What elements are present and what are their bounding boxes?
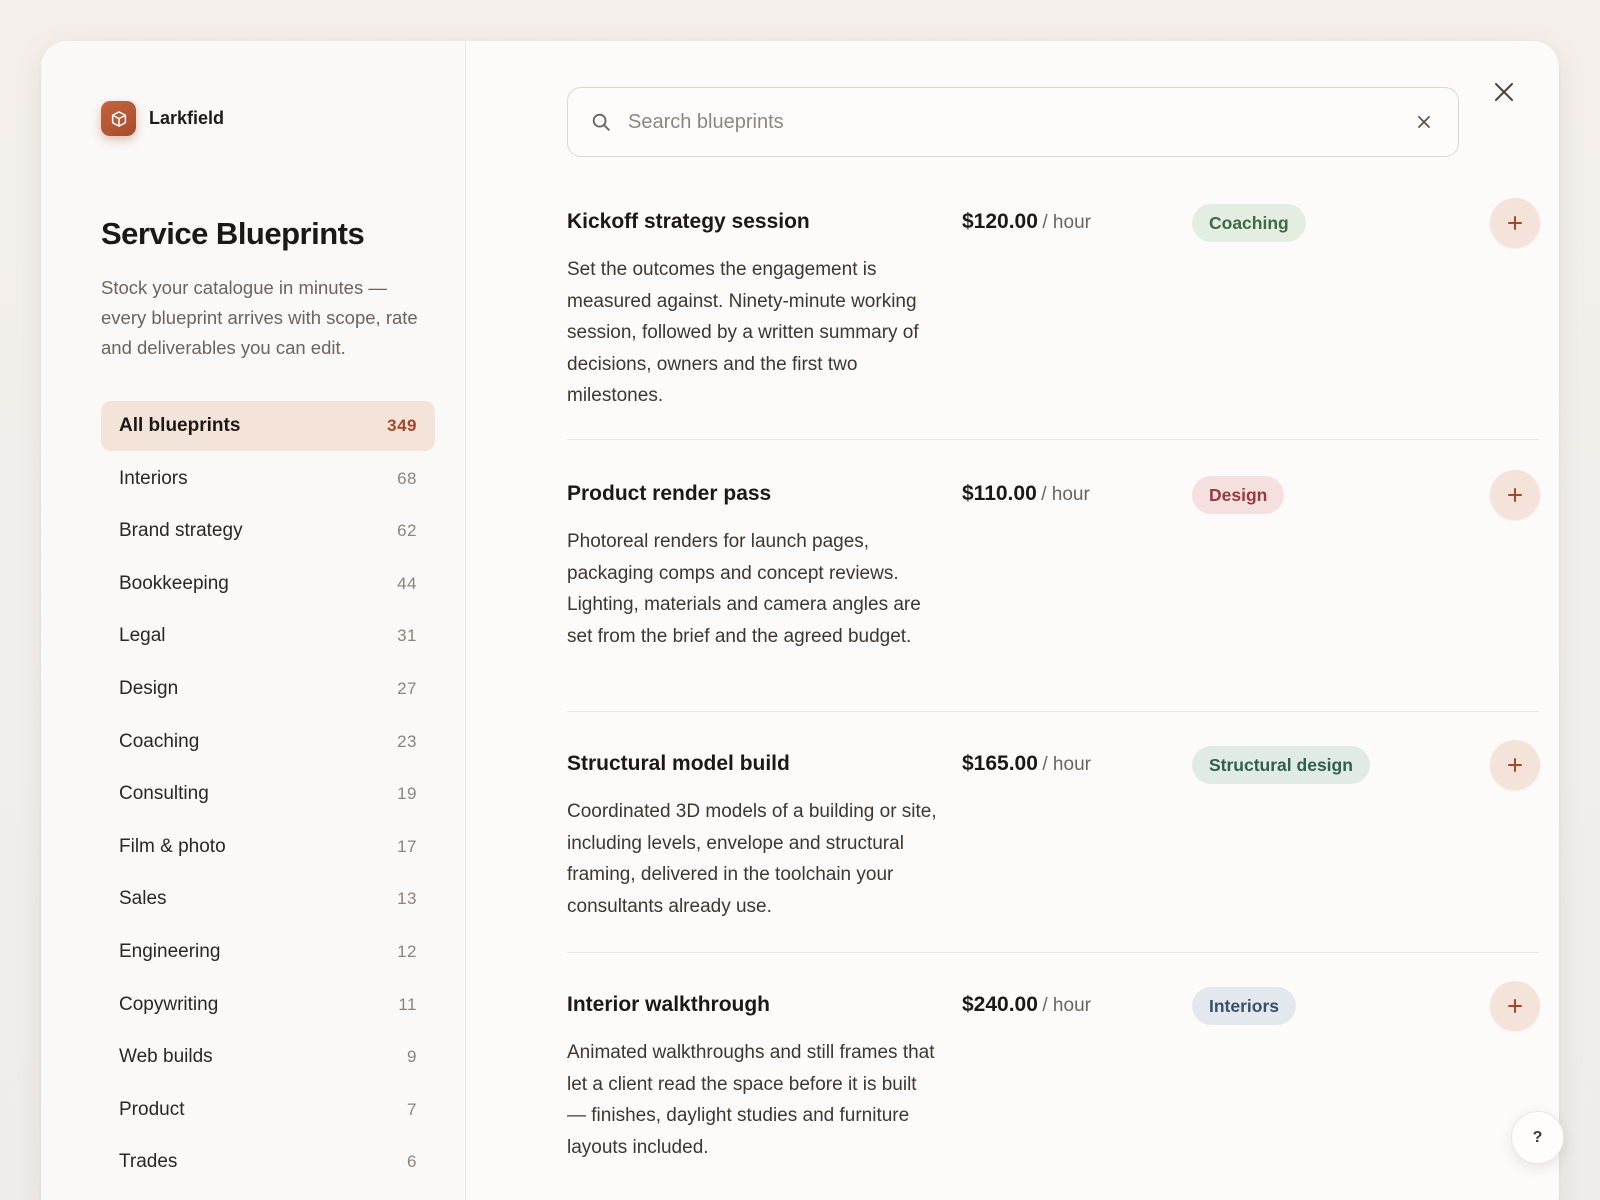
blueprints-modal: Larkfield Service Blueprints Stock your … [41, 41, 1559, 1200]
price-unit: / hour [1041, 484, 1090, 505]
category-label: Product [119, 1098, 185, 1120]
category-count: 17 [397, 836, 417, 856]
close-icon[interactable] [1489, 77, 1519, 107]
plus-icon [1508, 999, 1522, 1013]
category-count: 62 [397, 521, 417, 541]
category-label: Legal [119, 625, 166, 647]
category-list: All blueprints 349 Interiors 68 Brand strate… [101, 401, 435, 1190]
add-blueprint-button[interactable] [1490, 198, 1540, 248]
price-amount: $240.00 [962, 993, 1038, 1016]
plus-icon [1508, 216, 1522, 230]
price-amount: $110.00 [962, 482, 1037, 505]
category-label: Design [119, 677, 179, 699]
category-item[interactable]: Sales 13 [101, 874, 435, 924]
category-item[interactable]: Engineering 12 [101, 927, 435, 977]
blueprint-title: Product render pass [567, 482, 772, 505]
row-divider [567, 952, 1539, 953]
category-count: 68 [397, 468, 417, 488]
category-label: All blueprints [119, 415, 241, 436]
blueprint-description: Coordinated 3D models of a building or s… [567, 801, 937, 917]
blueprint-description: Animated walkthroughs and still frames t… [567, 1042, 935, 1158]
category-label: Bookkeeping [119, 572, 229, 594]
category-tag: Structural design [1192, 746, 1370, 784]
search-icon [590, 111, 612, 138]
category-count: 6 [407, 1152, 417, 1172]
price-unit: / hour [1042, 754, 1091, 775]
category-count: 27 [397, 678, 417, 698]
category-label: Film & photo [119, 835, 226, 857]
clear-icon[interactable] [1412, 110, 1436, 134]
category-count: 19 [397, 784, 417, 804]
page-title: Service Blueprints [101, 216, 365, 251]
blueprint-price: $120.00 / hour [962, 210, 1091, 234]
main-panel: Kickoff strategy session Set the outcomes… [467, 41, 1559, 1200]
category-label: Web builds [119, 1046, 213, 1068]
add-blueprint-button[interactable] [1490, 470, 1540, 520]
category-item[interactable]: Trades 6 [101, 1137, 435, 1187]
blueprint-description: Photoreal renders for launch pages, pack… [567, 531, 921, 647]
page-description: Stock your catalogue in minutes — every … [101, 277, 418, 358]
blueprint-title: Interior walkthrough [567, 993, 771, 1016]
category-count: 9 [407, 1047, 417, 1067]
category-item[interactable]: Copywriting 11 [101, 980, 435, 1030]
category-count: 13 [397, 889, 417, 909]
row-divider [567, 711, 1539, 712]
blueprint-price: $240.00 / hour [962, 993, 1091, 1017]
category-item[interactable]: Product 7 [101, 1085, 435, 1135]
category-item[interactable]: Consulting 19 [101, 769, 435, 819]
category-count: 7 [407, 1099, 417, 1119]
category-label: Brand strategy [119, 520, 243, 542]
category-label: Interiors [119, 467, 188, 489]
category-item[interactable]: Legal 31 [101, 611, 435, 661]
plus-icon [1508, 488, 1522, 502]
blueprint-title: Structural model build [567, 752, 790, 775]
category-tag: Interiors [1192, 987, 1297, 1025]
sidebar: Larkfield Service Blueprints Stock your … [41, 41, 466, 1200]
category-tag: Coaching [1192, 204, 1306, 242]
price-unit: / hour [1042, 212, 1091, 233]
price-amount: $165.00 [962, 752, 1038, 775]
price-unit: / hour [1042, 995, 1091, 1016]
category-label: Engineering [119, 940, 221, 962]
category-item[interactable]: Coaching 23 [101, 717, 435, 767]
help-button[interactable]: ? [1511, 1111, 1564, 1164]
category-count: 11 [398, 994, 417, 1014]
category-count: 31 [397, 626, 417, 646]
category-count: 23 [397, 731, 417, 751]
category-item[interactable]: Design 27 [101, 664, 435, 714]
price-amount: $120.00 [962, 210, 1038, 233]
blueprint-title: Kickoff strategy session [567, 210, 810, 233]
category-label: Copywriting [119, 993, 219, 1015]
category-tag: Design [1192, 476, 1285, 514]
category-count: 12 [397, 941, 417, 961]
category-count: 44 [397, 573, 417, 593]
category-label: Sales [119, 888, 167, 910]
category-item[interactable]: Interiors 68 [101, 454, 435, 504]
blueprint-price: $110.00 / hour [962, 482, 1090, 506]
cube-icon [101, 101, 136, 136]
row-divider [567, 439, 1539, 440]
add-blueprint-button[interactable] [1490, 981, 1540, 1031]
category-item[interactable]: Web builds 9 [101, 1032, 435, 1082]
category-label: Coaching [119, 730, 200, 752]
add-blueprint-button[interactable] [1490, 740, 1540, 790]
category-label: Consulting [119, 783, 209, 805]
category-item[interactable]: Bookkeeping 44 [101, 559, 435, 609]
search-bar[interactable] [567, 87, 1459, 157]
category-item[interactable]: Film & photo 17 [101, 822, 435, 872]
blueprint-price: $165.00 / hour [962, 752, 1091, 776]
brand-name: Larkfield [149, 108, 225, 128]
blueprint-description: Set the outcomes the engagement is measu… [567, 259, 919, 406]
brand: Larkfield [101, 101, 224, 136]
category-item[interactable]: Brand strategy 62 [101, 506, 435, 556]
category-label: Trades [119, 1151, 178, 1173]
search-input[interactable] [628, 88, 1388, 156]
category-item[interactable]: All blueprints 349 [101, 401, 435, 451]
category-count: 349 [387, 416, 417, 435]
plus-icon [1508, 758, 1522, 772]
